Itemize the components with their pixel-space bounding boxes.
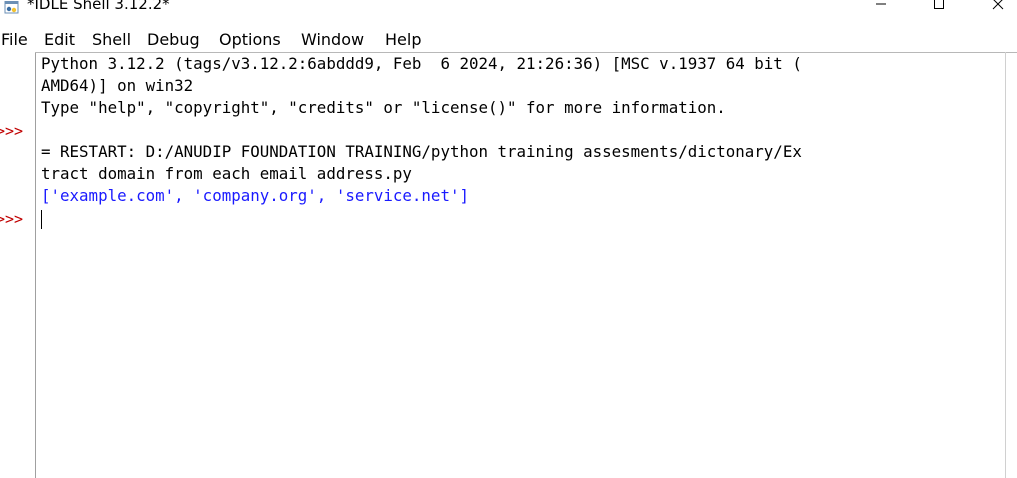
maximize-button[interactable] xyxy=(916,0,962,16)
prompt-marker: >>> xyxy=(0,210,24,228)
minimize-icon xyxy=(876,3,886,5)
prompt-sidebar: >>> >>> xyxy=(0,52,35,478)
menu-help[interactable]: Help xyxy=(385,30,421,49)
menu-window[interactable]: Window xyxy=(301,30,364,49)
shell-line: tract domain from each email address.py xyxy=(41,164,412,183)
shell-output-line: ['example.com', 'company.org', 'service.… xyxy=(41,186,469,205)
window-title: *IDLE Shell 3.12.2* xyxy=(27,0,170,13)
menu-edit[interactable]: Edit xyxy=(44,30,75,49)
shell-line: = RESTART: D:/ANUDIP FOUNDATION TRAINING… xyxy=(41,142,802,161)
python-idle-icon xyxy=(4,0,20,14)
minimize-button[interactable] xyxy=(858,0,904,16)
menu-options[interactable]: Options xyxy=(219,30,281,49)
menu-file[interactable]: File xyxy=(1,30,28,49)
maximize-icon xyxy=(934,0,944,9)
title-bar[interactable]: *IDLE Shell 3.12.2* xyxy=(0,0,1017,24)
text-cursor xyxy=(41,210,42,229)
sidebar-divider xyxy=(35,52,36,478)
close-button[interactable] xyxy=(975,0,1017,16)
menu-debug[interactable]: Debug xyxy=(147,30,200,49)
shell-line: Python 3.12.2 (tags/v3.12.2:6abddd9, Feb… xyxy=(41,54,802,73)
idle-shell-window: *IDLE Shell 3.12.2* File Edit Shell Debu… xyxy=(0,0,1017,478)
menu-shell[interactable]: Shell xyxy=(92,30,131,49)
close-icon xyxy=(992,0,1004,10)
scrollbar-edge[interactable] xyxy=(1005,52,1006,478)
shell-line: AMD64)] on win32 xyxy=(41,76,194,95)
menu-bar: File Edit Shell Debug Options Window Hel… xyxy=(0,27,1017,51)
prompt-marker: >>> xyxy=(0,122,24,140)
shell-line: Type "help", "copyright", "credits" or "… xyxy=(41,98,726,117)
